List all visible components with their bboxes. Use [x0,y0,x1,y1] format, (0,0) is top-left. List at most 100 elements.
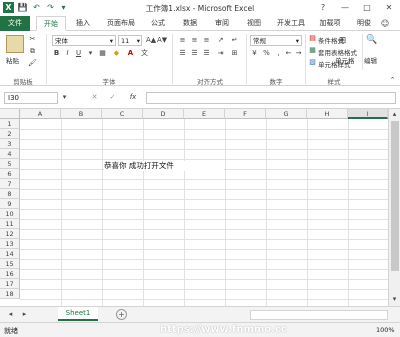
save-icon[interactable]: 💾 [17,2,28,13]
column-header-c[interactable]: C [102,109,143,119]
format-painter-icon[interactable]: 🖌 [28,59,37,68]
row-header[interactable]: 16 [0,269,20,279]
cells-button[interactable]: 单元格 [335,55,355,65]
number-format-select[interactable]: 常规 ▾ [250,35,302,46]
prev-sheet-icon[interactable]: ◂ [6,310,15,319]
tab-review[interactable]: 审阅 [208,16,236,31]
align-bottom-icon[interactable]: ≡ [202,36,211,45]
vertical-scrollbar[interactable]: ▴ ▾ [388,109,400,306]
comma-button[interactable]: , [274,49,283,58]
row-header[interactable]: 14 [0,249,20,259]
row-header[interactable]: 18 [0,289,20,299]
tab-home[interactable]: 开始 [36,16,66,31]
maximize-button[interactable]: □ [356,0,378,15]
tab-data[interactable]: 数据 [176,16,204,31]
minimize-button[interactable]: — [334,0,356,15]
row-header[interactable]: 12 [0,229,20,239]
worksheet-grid[interactable]: A B C D E F G H I 1 2 3 4 5 6 7 8 9 10 1… [0,109,388,306]
column-header-i[interactable]: I [348,109,388,119]
tab-developer[interactable]: 开发工具 [270,16,312,31]
align-middle-icon[interactable]: ≡ [190,36,199,45]
select-all-corner[interactable] [0,109,20,119]
chevron-down-icon[interactable]: ▾ [86,49,95,58]
tab-formulas[interactable]: 公式 [144,16,172,31]
italic-button[interactable]: I [63,49,72,58]
tab-insert[interactable]: 插入 [68,16,98,31]
horizontal-scrollbar[interactable] [250,310,388,320]
row-header[interactable]: 4 [0,149,20,159]
column-header-b[interactable]: B [61,109,102,119]
shrink-font-button[interactable]: A▼ [157,36,167,45]
decrease-decimal-icon[interactable]: → [294,49,303,58]
zoom-level[interactable]: 100% [376,326,395,334]
formula-input[interactable] [146,92,396,104]
column-header-h[interactable]: H [307,109,348,119]
redo-icon[interactable]: ↷ [45,2,56,13]
font-size-select[interactable]: 11 ▾ [118,35,142,46]
column-header-a[interactable]: A [20,109,61,119]
binoculars-icon[interactable]: 🔍 [366,36,377,45]
indent-icon[interactable]: ⇥ [216,49,225,58]
align-top-icon[interactable]: ≡ [178,36,187,45]
user-avatar-icon[interactable]: ☺ [378,16,392,31]
row-header[interactable]: 9 [0,199,20,209]
row-header[interactable]: 10 [0,209,20,219]
cells-icon[interactable]: ⊞ [338,37,347,46]
merge-center-icon[interactable]: ⊞ [230,49,239,58]
scroll-down-icon[interactable]: ▾ [390,295,399,304]
grow-font-button[interactable]: A▲ [146,36,156,45]
underline-button[interactable]: U [74,49,83,58]
row-header[interactable]: 17 [0,279,20,289]
editing-button[interactable]: 编辑 [364,55,377,65]
table-format-icon[interactable]: ▦ [308,46,317,55]
column-header-f[interactable]: F [225,109,266,119]
row-header[interactable]: 8 [0,189,20,199]
phonetic-icon[interactable]: 文 [140,49,149,58]
row-header[interactable]: 15 [0,259,20,269]
cell-styles-icon[interactable]: ▧ [308,58,317,67]
column-header-e[interactable]: E [184,109,225,119]
insert-function-button[interactable]: fx [126,93,140,102]
name-box-dropdown-icon[interactable]: ▾ [60,93,69,102]
increase-decimal-icon[interactable]: ← [284,49,293,58]
scroll-thumb[interactable] [391,121,399,271]
currency-icon[interactable]: ¥ [250,49,259,58]
collapse-ribbon-icon[interactable]: ⌃ [388,76,397,85]
tab-file[interactable]: 文件 [0,16,30,31]
font-name-select[interactable]: 宋体 ▾ [52,35,116,46]
conditional-format-icon[interactable]: ▤ [308,34,317,43]
paste-icon[interactable] [6,35,24,53]
tab-addins[interactable]: 加载项 [314,16,346,31]
close-button[interactable]: ✕ [378,0,400,15]
orientation-icon[interactable]: ↗ [216,36,225,45]
border-icon[interactable]: ▦ [98,49,107,58]
column-header-g[interactable]: G [266,109,307,119]
cut-icon[interactable]: ✂ [28,35,37,44]
name-box[interactable]: I30 [4,92,58,104]
column-header-d[interactable]: D [143,109,184,119]
font-color-icon[interactable]: A [126,49,135,58]
row-header[interactable]: 2 [0,129,20,139]
row-header[interactable]: 5 [0,159,20,169]
help-button[interactable]: ? [312,0,334,15]
paste-button[interactable]: 粘贴 [6,55,19,65]
row-header[interactable]: 6 [0,169,20,179]
row-header[interactable]: 11 [0,219,20,229]
align-left-icon[interactable]: ☰ [178,49,187,58]
percent-button[interactable]: % [262,49,271,58]
undo-icon[interactable]: ↶ [31,2,42,13]
bold-button[interactable]: B [52,49,61,58]
sheet-tab-sheet1[interactable]: Sheet1 [58,307,98,321]
next-sheet-icon[interactable]: ▸ [20,310,29,319]
row-header[interactable]: 13 [0,239,20,249]
row-header[interactable]: 3 [0,139,20,149]
align-right-icon[interactable]: ☰ [202,49,211,58]
fill-color-icon[interactable]: ◆ [112,49,121,58]
customize-qat-icon[interactable]: ▾ [58,2,69,13]
cell-c5[interactable]: 恭喜你 成功打开文件 [104,161,224,171]
align-center-icon[interactable]: ☰ [190,49,199,58]
cancel-icon[interactable]: ✕ [90,93,99,102]
row-header[interactable]: 7 [0,179,20,189]
scroll-up-icon[interactable]: ▴ [390,110,399,119]
row-header[interactable]: 1 [0,119,20,129]
